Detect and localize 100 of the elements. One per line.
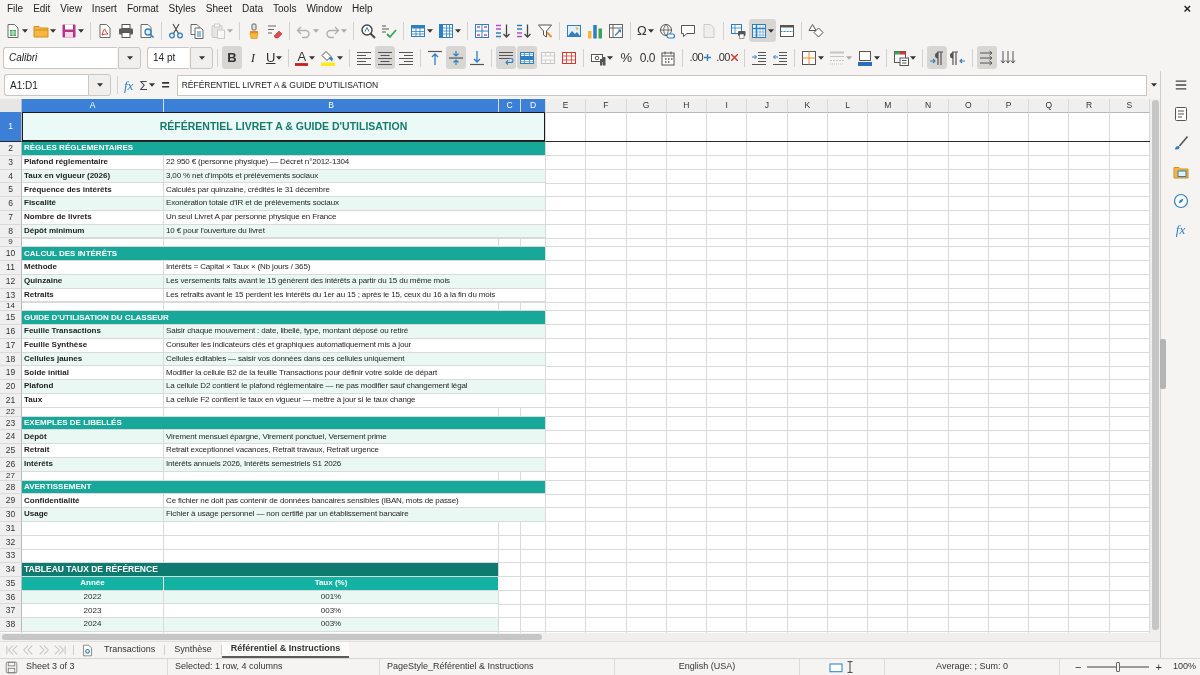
text-cell[interactable]: Saisir chaque mouvement : date, libellé, type, montant déposé ou retiré: [164, 325, 546, 339]
column-header[interactable]: R: [1069, 99, 1110, 113]
text-cell[interactable]: La cellule D2 contient le plafond réglementaire — ne pas modifier sauf changement légal: [164, 380, 546, 394]
sheet-tab[interactable]: Référentiel & Instructions: [221, 642, 350, 658]
label-cell[interactable]: Usage: [22, 508, 164, 522]
text-cell[interactable]: Modifier la cellule B2 de la feuille Transactions pour définir votre solde de départ: [164, 366, 546, 380]
menu-item[interactable]: Styles: [163, 0, 201, 17]
merge-center-button[interactable]: [517, 46, 538, 69]
text-cell[interactable]: Calculés par quinzaine, crédités le 31 décembre: [164, 183, 546, 197]
row-header[interactable]: 11: [0, 261, 22, 275]
underline-button[interactable]: U: [264, 46, 285, 69]
table-cell[interactable]: 2024: [22, 618, 164, 632]
row-header[interactable]: 25: [0, 444, 22, 458]
row-header[interactable]: 29: [0, 494, 22, 508]
column-header[interactable]: F: [586, 99, 627, 113]
sheet-tab[interactable]: Transactions: [95, 642, 165, 658]
column-header[interactable]: N: [908, 99, 949, 113]
menu-item[interactable]: View: [55, 0, 87, 17]
column-header[interactable]: M: [868, 99, 909, 113]
row-header[interactable]: 22: [0, 407, 22, 417]
row-header[interactable]: 30: [0, 508, 22, 522]
page-style[interactable]: PageStyle_Référentiel & Instructions: [387, 660, 534, 674]
column-header[interactable]: A: [22, 99, 164, 113]
font-color-button[interactable]: A: [293, 46, 318, 69]
text-cell[interactable]: Ce fichier ne doit pas contenir de données bancaires sensibles (IBAN, mots de passe): [164, 494, 546, 508]
row-header[interactable]: 20: [0, 380, 22, 394]
row-header[interactable]: 16: [0, 325, 22, 339]
column-header[interactable]: I: [707, 99, 748, 113]
name-box[interactable]: A1:D1: [4, 74, 88, 96]
column-header[interactable]: K: [787, 99, 828, 113]
column-header[interactable]: P: [988, 99, 1030, 113]
text-cell[interactable]: Exonération totale d'IR et de prélèvements sociaux: [164, 197, 546, 211]
formula-button[interactable]: =: [158, 74, 173, 96]
row-header[interactable]: 5: [0, 183, 22, 197]
table-cell[interactable]: 003%: [164, 618, 499, 632]
dropdown-button[interactable]: [190, 46, 213, 69]
function-wizard-button[interactable]: fx: [121, 74, 137, 96]
menu-item[interactable]: Tools: [268, 0, 302, 17]
row-header[interactable]: 38: [0, 618, 22, 632]
number-format-button[interactable]: 0.0: [637, 46, 658, 69]
sheet-tab[interactable]: Synthèse: [165, 642, 221, 658]
label-cell[interactable]: Feuille Transactions: [22, 325, 164, 339]
formula-input[interactable]: RÉFÉRENTIEL LIVRET A & GUIDE D'UTILISATION: [176, 74, 1147, 96]
menu-item[interactable]: Format: [121, 0, 164, 17]
row-header[interactable]: 37: [0, 604, 22, 618]
row-header[interactable]: 33: [0, 549, 22, 563]
label-cell[interactable]: Dépôt: [22, 430, 164, 444]
select-all-corner[interactable]: [0, 99, 22, 113]
sheet-title[interactable]: RÉFÉRENTIEL LIVRET A & GUIDE D'UTILISATION: [22, 112, 546, 142]
menu-item[interactable]: Data: [236, 0, 269, 17]
row-header[interactable]: 34: [0, 563, 22, 577]
delete-decimal-button[interactable]: .00: [714, 46, 740, 69]
spreadsheet-grid[interactable]: [0, 99, 1150, 633]
menu-item[interactable]: Insert: [86, 0, 122, 17]
column-header[interactable]: B: [164, 99, 499, 113]
column-header[interactable]: E: [546, 99, 587, 113]
sidebar-handle[interactable]: [1160, 339, 1166, 389]
column-header[interactable]: O: [948, 99, 989, 113]
align-center-button[interactable]: [375, 46, 396, 69]
zoom-out-button[interactable]: −: [1072, 661, 1085, 673]
label-cell[interactable]: Fiscalité: [22, 197, 164, 211]
font-name-field[interactable]: Calibri: [3, 46, 117, 69]
special-character-button[interactable]: Ω: [635, 19, 656, 42]
left-to-right-button[interactable]: [927, 46, 947, 69]
row-header[interactable]: 2: [0, 142, 22, 156]
functions-button[interactable]: fx: [1168, 218, 1193, 242]
sum-button[interactable]: Σ: [136, 74, 159, 96]
zoom-level[interactable]: 100%: [1172, 660, 1196, 674]
menu-item[interactable]: Edit: [28, 0, 56, 17]
align-middle-button[interactable]: [446, 46, 467, 69]
row-header[interactable]: 24: [0, 430, 22, 444]
column-header[interactable]: S: [1109, 99, 1150, 113]
column-header[interactable]: C: [499, 99, 521, 113]
close-button[interactable]: ×: [1178, 0, 1196, 17]
row-header[interactable]: 1: [0, 112, 22, 142]
text-cell[interactable]: Fichier à usage personnel — non certifié par un établissement bancaire: [164, 508, 546, 522]
menu-item[interactable]: File: [2, 0, 29, 17]
table-title-cell[interactable]: TABLEAU TAUX DE RÉFÉRENCE: [22, 563, 499, 577]
language[interactable]: English (USA): [678, 660, 736, 674]
font-size-field[interactable]: 14 pt: [147, 46, 189, 69]
row-header[interactable]: 10: [0, 247, 22, 261]
row-header[interactable]: 15: [0, 311, 22, 325]
zoom-in-button[interactable]: +: [1152, 661, 1165, 673]
column-header[interactable]: L: [827, 99, 869, 113]
horizontal-scrollbar[interactable]: [0, 633, 1160, 641]
column-header[interactable]: H: [666, 99, 708, 113]
dropdown-button[interactable]: [88, 74, 111, 96]
menu-item[interactable]: Help: [347, 0, 378, 17]
menu-item[interactable]: Window: [301, 0, 347, 17]
scroll-thumb[interactable]: [2, 634, 542, 640]
bold-button[interactable]: B: [222, 46, 242, 69]
text-cell[interactable]: Virement mensuel épargne, Virement ponctuel, Versement prime: [164, 430, 546, 444]
row-header[interactable]: 6: [0, 197, 22, 211]
column-header[interactable]: G: [626, 99, 667, 113]
label-cell[interactable]: Plafond: [22, 380, 164, 394]
column-header[interactable]: Q: [1029, 99, 1070, 113]
text-horizontal-button[interactable]: [977, 46, 997, 69]
slider-thumb[interactable]: [1116, 662, 1121, 672]
add-decimal-button[interactable]: .00: [687, 46, 714, 69]
italic-button[interactable]: I: [243, 46, 263, 69]
